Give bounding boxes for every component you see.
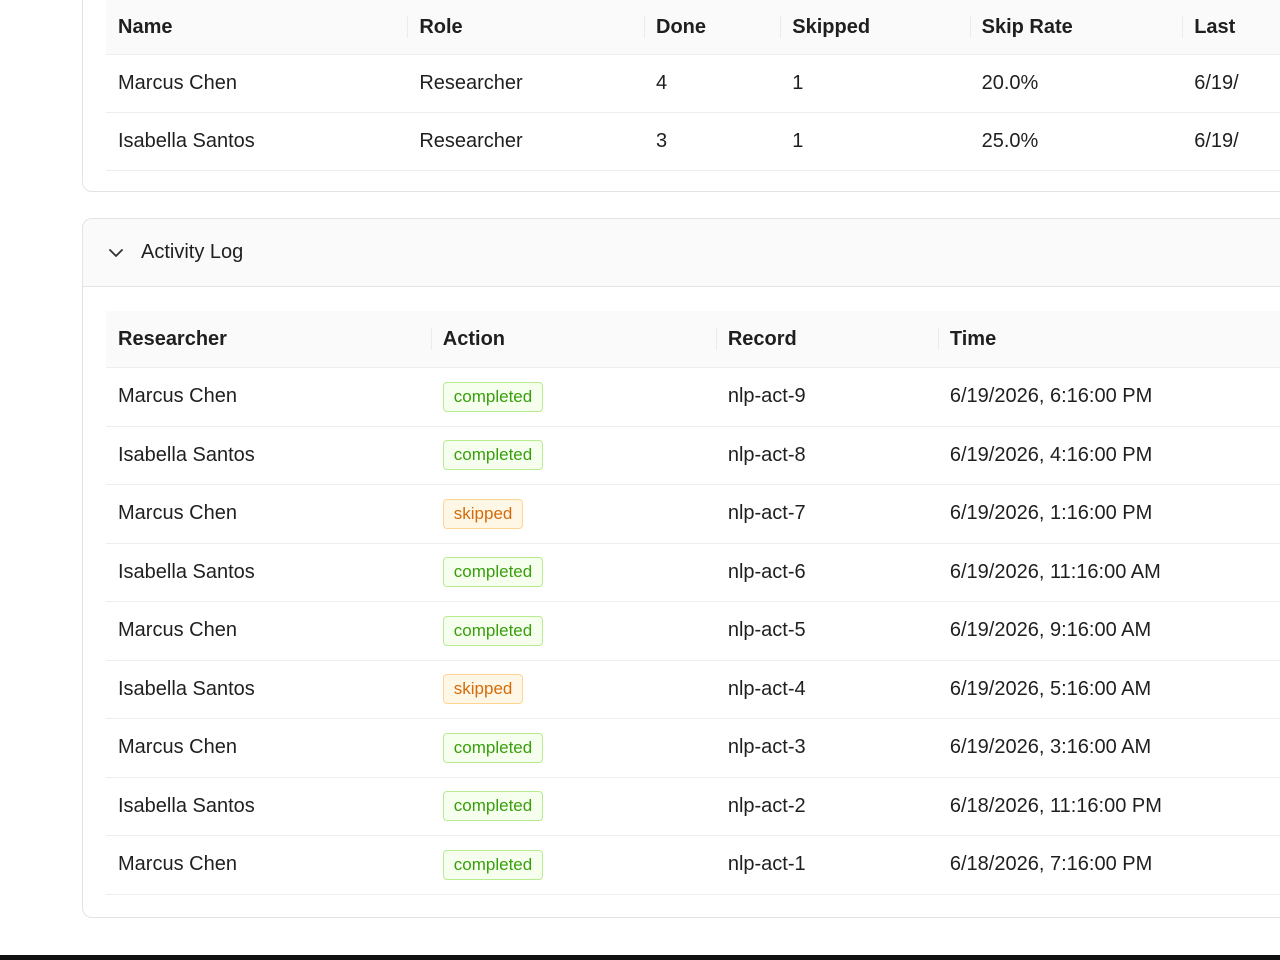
table-row: Marcus Chen completed nlp-act-5 6/19/2026, …	[106, 601, 1280, 661]
activity-log-table: Researcher Action Record Time Marcus Che…	[106, 311, 1280, 895]
status-badge: completed	[442, 381, 544, 412]
cell-time: 6/18/2026, 11:16:00 PM	[937, 777, 1280, 836]
cell-name: Isabella Santos	[106, 112, 408, 171]
cell-record: nlp-act-2	[715, 777, 938, 836]
cell-record: nlp-act-6	[715, 543, 938, 602]
table-row: Isabella Santos Researcher 3 1 25.0% 6/1…	[106, 112, 1280, 171]
column-header-researcher[interactable]: Researcher	[106, 311, 431, 368]
cell-time: 6/19/2026, 3:16:00 AM	[937, 718, 1280, 778]
column-header-last[interactable]: Last	[1182, 0, 1280, 55]
cell-skipped: 1	[780, 54, 970, 113]
column-header-skipped[interactable]: Skipped	[780, 0, 970, 55]
cell-researcher: Marcus Chen	[106, 835, 431, 895]
status-badge: completed	[442, 615, 544, 646]
activity-log-title: Activity Log	[141, 241, 244, 263]
column-header-name[interactable]: Name	[106, 0, 408, 55]
stats-header-row: Name Role Done Skipped Skip Rate Last	[106, 0, 1280, 55]
cell-researcher: Marcus Chen	[106, 367, 431, 427]
cell-time: 6/18/2026, 7:16:00 PM	[937, 835, 1280, 895]
cell-record: nlp-act-4	[715, 660, 938, 719]
cell-action: completed	[430, 835, 716, 895]
cell-record: nlp-act-3	[715, 718, 938, 778]
status-badge: completed	[442, 732, 544, 763]
cell-time: 6/19/2026, 6:16:00 PM	[937, 367, 1280, 427]
cell-name: Marcus Chen	[106, 54, 408, 113]
status-badge: completed	[442, 440, 544, 471]
activity-log-collapse-header[interactable]: Activity Log	[83, 219, 1280, 287]
cell-skip-rate: 20.0%	[969, 54, 1183, 113]
table-row: Marcus Chen completed nlp-act-1 6/18/2026, …	[106, 835, 1280, 895]
cell-action: skipped	[430, 660, 716, 719]
cell-record: nlp-act-7	[715, 484, 938, 544]
cell-time: 6/19/2026, 9:16:00 AM	[937, 601, 1280, 661]
cell-time: 6/19/2026, 11:16:00 AM	[937, 543, 1280, 602]
table-row: Isabella Santos completed nlp-act-8 6/19/20…	[106, 426, 1280, 485]
cell-last: 6/19/	[1182, 112, 1280, 171]
cell-record: nlp-act-5	[715, 601, 938, 661]
cell-researcher: Isabella Santos	[106, 543, 431, 602]
cell-researcher: Isabella Santos	[106, 660, 431, 719]
cell-researcher: Isabella Santos	[106, 426, 431, 485]
bottom-edge-bar	[0, 955, 1280, 960]
activity-header-row: Researcher Action Record Time	[106, 311, 1280, 368]
cell-role: Researcher	[407, 112, 644, 171]
cell-time: 6/19/2026, 1:16:00 PM	[937, 484, 1280, 544]
cell-researcher: Isabella Santos	[106, 777, 431, 836]
cell-researcher: Marcus Chen	[106, 601, 431, 661]
cell-record: nlp-act-9	[715, 367, 938, 427]
status-badge: skipped	[442, 674, 524, 705]
column-header-skip-rate[interactable]: Skip Rate	[969, 0, 1183, 55]
status-badge: completed	[442, 849, 544, 880]
column-header-time[interactable]: Time	[937, 311, 1280, 368]
table-row: Isabella Santos completed nlp-act-6 6/19/20…	[106, 543, 1280, 602]
cell-researcher: Marcus Chen	[106, 484, 431, 544]
cell-time: 6/19/2026, 5:16:00 AM	[937, 660, 1280, 719]
table-row: Marcus Chen Researcher 4 1 20.0% 6/19/	[106, 54, 1280, 113]
cell-action: completed	[430, 367, 716, 427]
cell-last: 6/19/	[1182, 54, 1280, 113]
cell-role: Researcher	[407, 54, 644, 113]
status-badge: skipped	[442, 498, 524, 529]
status-badge: completed	[442, 791, 544, 822]
cell-done: 3	[644, 112, 781, 171]
researcher-stats-table: Name Role Done Skipped Skip Rate Last Ma…	[106, 0, 1280, 171]
table-row: Marcus Chen completed nlp-act-3 6/19/2026, …	[106, 718, 1280, 778]
cell-action: completed	[430, 426, 716, 485]
cell-action: completed	[430, 543, 716, 602]
page: Name Role Done Skipped Skip Rate Last Ma…	[0, 0, 1280, 960]
cell-action: completed	[430, 777, 716, 836]
column-header-action[interactable]: Action	[430, 311, 716, 368]
table-row: Marcus Chen skipped nlp-act-7 6/19/2026, 1:…	[106, 484, 1280, 544]
cell-time: 6/19/2026, 4:16:00 PM	[937, 426, 1280, 485]
status-badge: completed	[442, 557, 544, 588]
column-header-done[interactable]: Done	[644, 0, 781, 55]
cell-researcher: Marcus Chen	[106, 718, 431, 778]
cell-done: 4	[644, 54, 781, 113]
chevron-down-icon	[107, 244, 125, 262]
column-header-record[interactable]: Record	[715, 311, 938, 368]
table-row: Marcus Chen completed nlp-act-9 6/19/2026, …	[106, 367, 1280, 427]
cell-record: nlp-act-8	[715, 426, 938, 485]
column-header-role[interactable]: Role	[407, 0, 644, 55]
cell-action: skipped	[430, 484, 716, 544]
table-row: Isabella Santos completed nlp-act-2 6/18/20…	[106, 777, 1280, 836]
cell-action: completed	[430, 601, 716, 661]
table-row: Isabella Santos skipped nlp-act-4 6/19/2026…	[106, 660, 1280, 719]
cell-skip-rate: 25.0%	[969, 112, 1183, 171]
cell-skipped: 1	[780, 112, 970, 171]
cell-action: completed	[430, 718, 716, 778]
cell-record: nlp-act-1	[715, 835, 938, 895]
